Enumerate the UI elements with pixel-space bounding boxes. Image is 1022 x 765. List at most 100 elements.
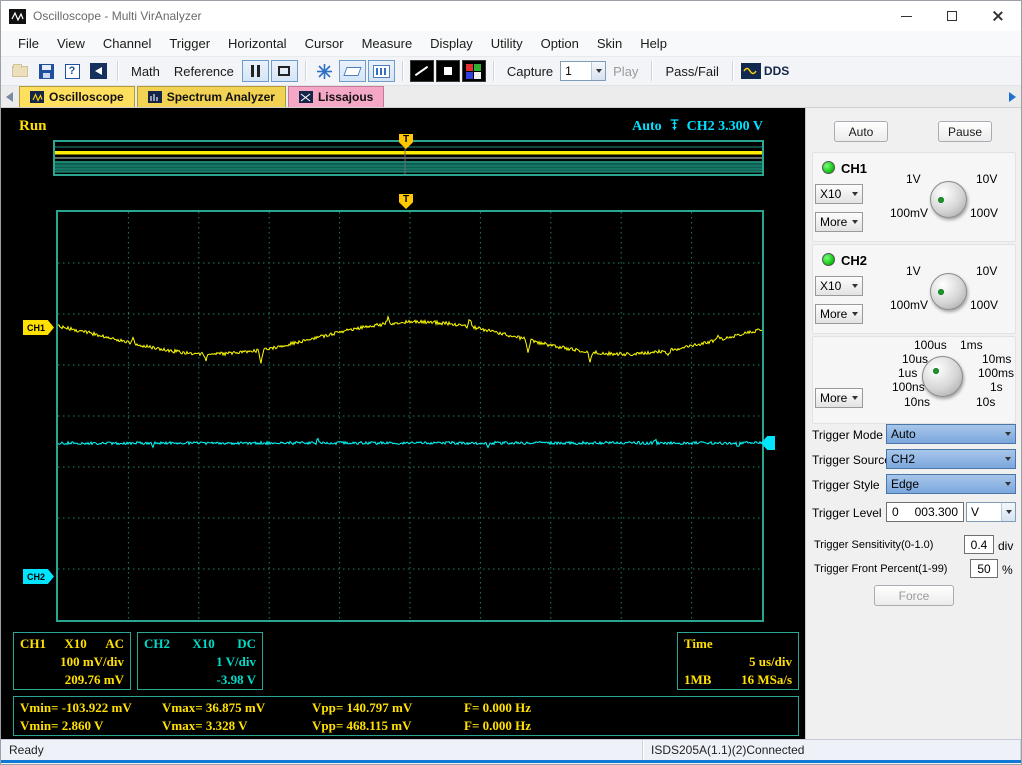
trigger-source-label: Trigger Source (812, 453, 891, 467)
trigger-time-marker[interactable]: T (399, 194, 413, 209)
menu-option[interactable]: Option (532, 32, 588, 55)
dropdown-button[interactable] (591, 62, 605, 80)
tab-oscilloscope[interactable]: Oscilloscope (19, 86, 135, 107)
pause-button[interactable]: Pause (938, 121, 992, 142)
ch1-name: CH1 (20, 635, 46, 653)
ch2-scale: 1 V/div (144, 653, 256, 671)
tb-label-100ns: 100ns (892, 380, 925, 394)
split-view-button[interactable] (242, 60, 269, 82)
ch2-probe: X10 (192, 635, 214, 653)
timebase-knob[interactable] (922, 356, 963, 397)
ch2-more-label: More (820, 307, 847, 321)
menu-skin[interactable]: Skin (588, 32, 631, 55)
status-ready: Ready (9, 743, 44, 757)
menu-file[interactable]: File (9, 32, 48, 55)
ch2-knob-label-1v: 1V (906, 264, 921, 278)
trigger-level-input[interactable]: 0 003.300 (886, 502, 964, 522)
timebase-more-select[interactable]: More (815, 388, 863, 408)
minimize-button[interactable] (883, 1, 929, 31)
ch2-more-select[interactable]: More (815, 304, 863, 324)
ch1-more-select[interactable]: More (815, 212, 863, 232)
menu-channel[interactable]: Channel (94, 32, 160, 55)
line-style-button[interactable] (410, 60, 434, 82)
dds-button[interactable]: DDS (740, 59, 790, 83)
measurement-value: Vmax= 3.328 V (162, 717, 312, 735)
ch2-enable-led[interactable] (822, 253, 835, 266)
help-button[interactable]: ? (60, 59, 84, 83)
trigger-front-percent-input[interactable]: 50 (970, 559, 998, 578)
stop-icon (444, 67, 452, 75)
menu-measure[interactable]: Measure (353, 32, 422, 55)
back-button[interactable] (86, 59, 110, 83)
maximize-button[interactable] (929, 1, 975, 31)
tab-bar: Oscilloscope Spectrum Analyzer Lissajous (1, 86, 1021, 108)
counter-button[interactable] (368, 60, 395, 82)
color-scheme-button[interactable] (462, 60, 486, 82)
stop-button[interactable] (436, 60, 460, 82)
menu-cursor[interactable]: Cursor (296, 32, 353, 55)
dropdown-button[interactable] (1001, 503, 1015, 521)
menu-help[interactable]: Help (631, 32, 676, 55)
trigger-mode-label: Trigger Mode (812, 428, 883, 442)
trigger-level-label: Trigger Level (812, 506, 882, 520)
bars-icon (251, 65, 254, 77)
tab-spectrum-analyzer[interactable]: Spectrum Analyzer (137, 86, 286, 107)
force-button[interactable]: Force (874, 585, 954, 606)
ch1-volts-knob[interactable] (930, 181, 967, 218)
math-button[interactable]: Math (124, 61, 167, 82)
menu-horizontal[interactable]: Horizontal (219, 32, 296, 55)
play-button[interactable]: Play (606, 61, 645, 82)
menu-display[interactable]: Display (421, 32, 482, 55)
ch2-volts-knob[interactable] (930, 273, 967, 310)
tab-lissajous[interactable]: Lissajous (288, 86, 384, 107)
ch1-knob-label-10v: 10V (976, 172, 997, 186)
auto-button[interactable]: Auto (834, 121, 888, 142)
trigger-source-select[interactable]: CH2 (886, 449, 1016, 469)
trigger-style-select[interactable]: Edge (886, 474, 1016, 494)
ch1-knob-label-1v: 1V (906, 172, 921, 186)
tb-label-100ms: 100ms (978, 366, 1014, 380)
trigger-sensitivity-input[interactable]: 0.4 (964, 535, 994, 554)
erase-button[interactable] (339, 60, 366, 82)
trigger-mode-select[interactable]: Auto (886, 424, 1016, 444)
passfail-button[interactable]: Pass/Fail (658, 61, 725, 82)
chevron-down-icon (852, 220, 858, 224)
ch1-position-marker[interactable]: CH1 (23, 320, 54, 335)
open-button[interactable] (8, 59, 32, 83)
title-bar: Oscilloscope - Multi VirAnalyzer (1, 1, 1021, 31)
capture-count-select[interactable]: 1 (560, 61, 606, 81)
time-title: Time (684, 635, 792, 653)
ch2-probe-select[interactable]: X10 (815, 276, 863, 296)
grid-lines (58, 212, 762, 620)
spectrum-tab-icon (148, 91, 162, 103)
chevron-down-icon (852, 396, 858, 400)
ch1-probe-select[interactable]: X10 (815, 184, 863, 204)
crosshair-button[interactable] (313, 59, 337, 83)
ch2-position-marker[interactable]: CH2 (23, 569, 54, 584)
single-view-button[interactable] (271, 60, 298, 82)
help-icon: ? (65, 64, 80, 79)
colors-icon (466, 64, 481, 79)
reference-button[interactable]: Reference (167, 61, 241, 82)
chevron-down-icon (1006, 510, 1012, 514)
tab-scroll-right[interactable] (1009, 92, 1016, 102)
window-accent-line (1, 760, 1021, 763)
overview-traces (55, 142, 762, 174)
ch2-probe-value: X10 (820, 279, 841, 293)
trigger-level-unit-select[interactable]: V (966, 502, 1016, 522)
close-button[interactable] (975, 1, 1021, 31)
ch1-probe: X10 (64, 635, 86, 653)
toolbar-separator (732, 61, 733, 81)
ch2-coupling: DC (237, 635, 256, 653)
toolbar-separator (402, 61, 403, 81)
tab-scroll-left[interactable] (6, 92, 13, 102)
save-button[interactable] (34, 59, 58, 83)
ch2-waveform (58, 439, 762, 448)
ch2-name: CH2 (144, 635, 170, 653)
ch1-enable-led[interactable] (822, 161, 835, 174)
knob-indicator-dot (938, 197, 944, 203)
menu-utility[interactable]: Utility (482, 32, 532, 55)
tb-label-10ns: 10ns (904, 395, 930, 409)
menu-trigger[interactable]: Trigger (160, 32, 219, 55)
menu-view[interactable]: View (48, 32, 94, 55)
